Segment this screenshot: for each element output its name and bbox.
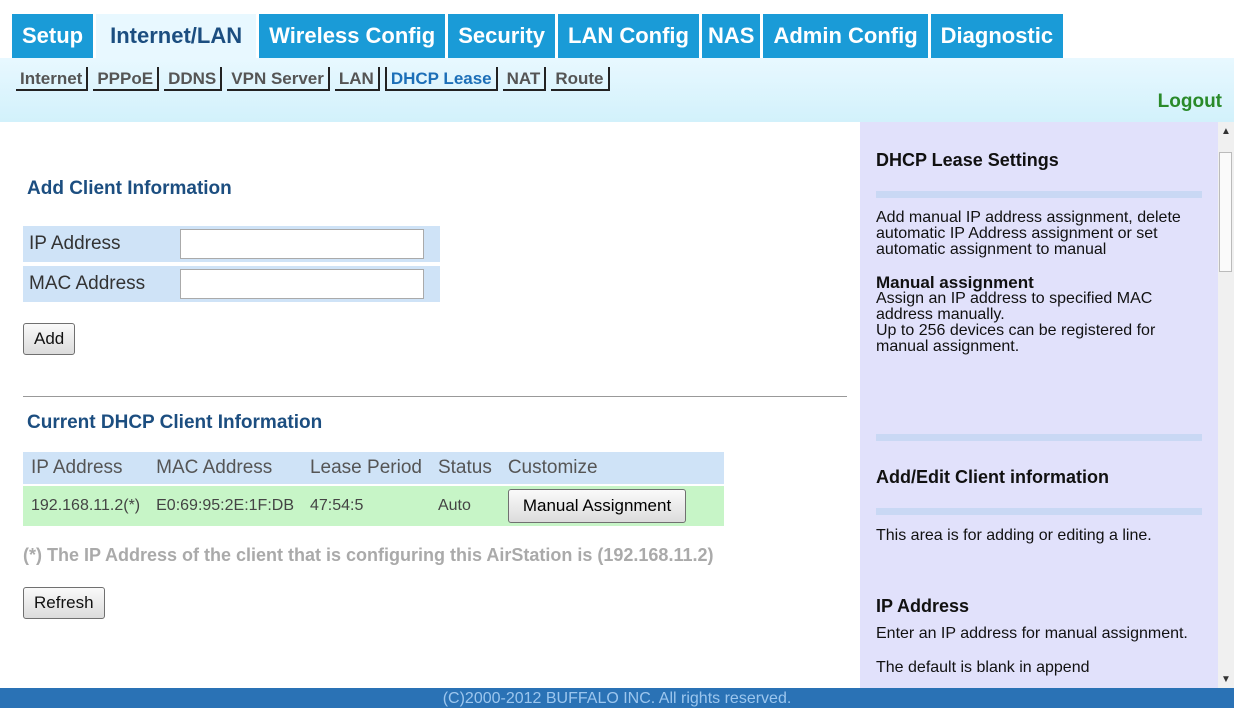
column-header: MAC Address	[148, 452, 302, 485]
subtab-nat[interactable]: NAT	[502, 67, 547, 91]
add-button[interactable]: Add	[23, 323, 76, 355]
client-mac: E0:69:95:2E:1F:DB	[148, 484, 302, 526]
scroll-down-icon[interactable]: ▼	[1221, 674, 1231, 685]
subtab-lan[interactable]: LAN	[334, 67, 380, 91]
scroll-up-icon[interactable]: ▲	[1221, 126, 1231, 137]
ip-address-input[interactable]	[180, 229, 424, 259]
help-title-ip-address: IP Address	[876, 596, 970, 616]
add-client-form: IP Address MAC Address	[23, 222, 440, 306]
subtab-pppoe[interactable]: PPPoE	[93, 67, 160, 91]
tab-setup[interactable]: Setup	[12, 14, 94, 58]
top-navigation: Setup Internet/LAN Wireless Config Secur…	[0, 0, 1234, 60]
client-note: (*) The IP Address of the client that is…	[23, 545, 714, 565]
help-text-ip: Enter an IP address for manual assignmen…	[876, 625, 1188, 642]
help-text-add-edit: This area is for adding or editing a lin…	[876, 527, 1152, 544]
table-row: 192.168.11.2(*) E0:69:95:2E:1F:DB 47:54:…	[23, 484, 724, 526]
mac-address-input[interactable]	[180, 269, 424, 299]
subtab-vpn-server[interactable]: VPN Server	[227, 67, 330, 91]
subtab-route[interactable]: Route	[551, 67, 610, 91]
subtab-ddns[interactable]: DDNS	[164, 67, 223, 91]
help-title-add-edit: Add/Edit Client information	[876, 467, 1109, 487]
mac-address-label: MAC Address	[23, 266, 172, 302]
tab-wireless-config[interactable]: Wireless Config	[259, 14, 446, 58]
logout-link[interactable]: Logout	[1158, 91, 1222, 113]
client-lease-period: 47:54:5	[301, 484, 430, 526]
dhcp-client-table: IP Address MAC Address Lease Period Stat…	[23, 452, 724, 526]
help-scrollbar[interactable]: ▲ ▼	[1218, 122, 1234, 688]
subtab-internet[interactable]: Internet	[16, 67, 89, 91]
copyright-footer: (C)2000-2012 BUFFALO INC. All rights res…	[0, 688, 1234, 708]
help-text-default: The default is blank in append	[876, 659, 1090, 676]
help-separator	[876, 434, 1202, 441]
ip-address-label: IP Address	[23, 226, 172, 262]
section-divider	[23, 396, 847, 397]
help-text-manual: Assign an IP address to specified MAC ad…	[876, 290, 1153, 323]
column-header: IP Address	[23, 452, 149, 485]
help-separator	[876, 508, 1202, 515]
tab-nas[interactable]: NAS	[701, 14, 761, 58]
client-status: Auto	[429, 484, 500, 526]
subtab-dhcp-lease[interactable]: DHCP Lease	[384, 67, 498, 91]
help-separator	[876, 191, 1202, 198]
help-text-intro: Add manual IP address assignment, delete…	[876, 209, 1181, 258]
tab-diagnostic[interactable]: Diagnostic	[930, 14, 1064, 58]
tab-admin-config[interactable]: Admin Config	[763, 14, 928, 58]
tab-internet-lan[interactable]: Internet/LAN	[96, 14, 257, 58]
help-title-dhcp-lease: DHCP Lease Settings	[876, 150, 1059, 170]
help-manual-assignment-heading: Manual assignment	[876, 273, 1034, 292]
help-panel: DHCP Lease Settings Add manual IP addres…	[860, 122, 1218, 688]
main-content: Add Client Information IP Address MAC Ad…	[0, 122, 860, 688]
add-client-title: Add Client Information	[27, 178, 232, 199]
tab-lan-config[interactable]: LAN Config	[558, 14, 699, 58]
manual-assignment-button[interactable]: Manual Assignment	[507, 489, 687, 523]
refresh-button[interactable]: Refresh	[23, 587, 105, 619]
column-header: Status	[429, 452, 500, 485]
column-header: Customize	[499, 452, 724, 485]
subtab-bar: Internet PPPoE DDNS VPN Server LAN DHCP …	[0, 58, 1234, 122]
tab-security[interactable]: Security	[448, 14, 556, 58]
scroll-thumb[interactable]	[1219, 152, 1232, 272]
subtabs: Internet PPPoE DDNS VPN Server LAN DHCP …	[16, 67, 615, 91]
client-ip: 192.168.11.2(*)	[23, 484, 149, 526]
current-clients-title: Current DHCP Client Information	[27, 412, 323, 433]
main-tabs: Setup Internet/LAN Wireless Config Secur…	[12, 14, 1066, 58]
table-header-row: IP Address MAC Address Lease Period Stat…	[23, 452, 724, 485]
help-text-limit: Up to 256 devices can be registered for …	[876, 322, 1156, 355]
column-header: Lease Period	[301, 452, 430, 485]
